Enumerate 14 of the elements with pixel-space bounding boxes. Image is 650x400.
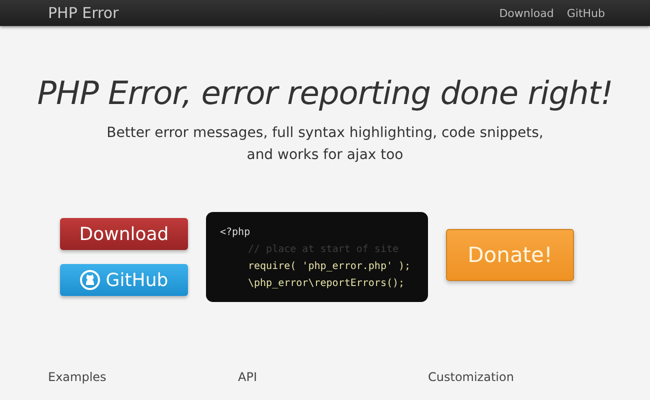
code-line: \php_error\reportErrors(); <box>247 277 405 291</box>
subtitle-text: and works for ajax too <box>246 146 404 165</box>
section-heading: Customization <box>428 370 515 384</box>
subtitle-text: Better error messages, full syntax highlighting, code snippets, <box>106 124 544 143</box>
nav-link[interactable]: GitHub <box>566 6 605 20</box>
download-button[interactable]: Download <box>60 218 188 250</box>
brand-title[interactable]: PHP Error <box>48 4 119 22</box>
code-line: require( 'php_error.php' ); <box>247 260 411 274</box>
section-heading: API <box>238 370 258 384</box>
section-heading: Examples <box>48 370 108 384</box>
code-line: <?php <box>220 226 250 240</box>
nav-link[interactable]: Download <box>499 6 554 20</box>
page-heading: PHP Error, error reporting done right! <box>36 74 614 112</box>
octocat-icon <box>80 270 100 290</box>
